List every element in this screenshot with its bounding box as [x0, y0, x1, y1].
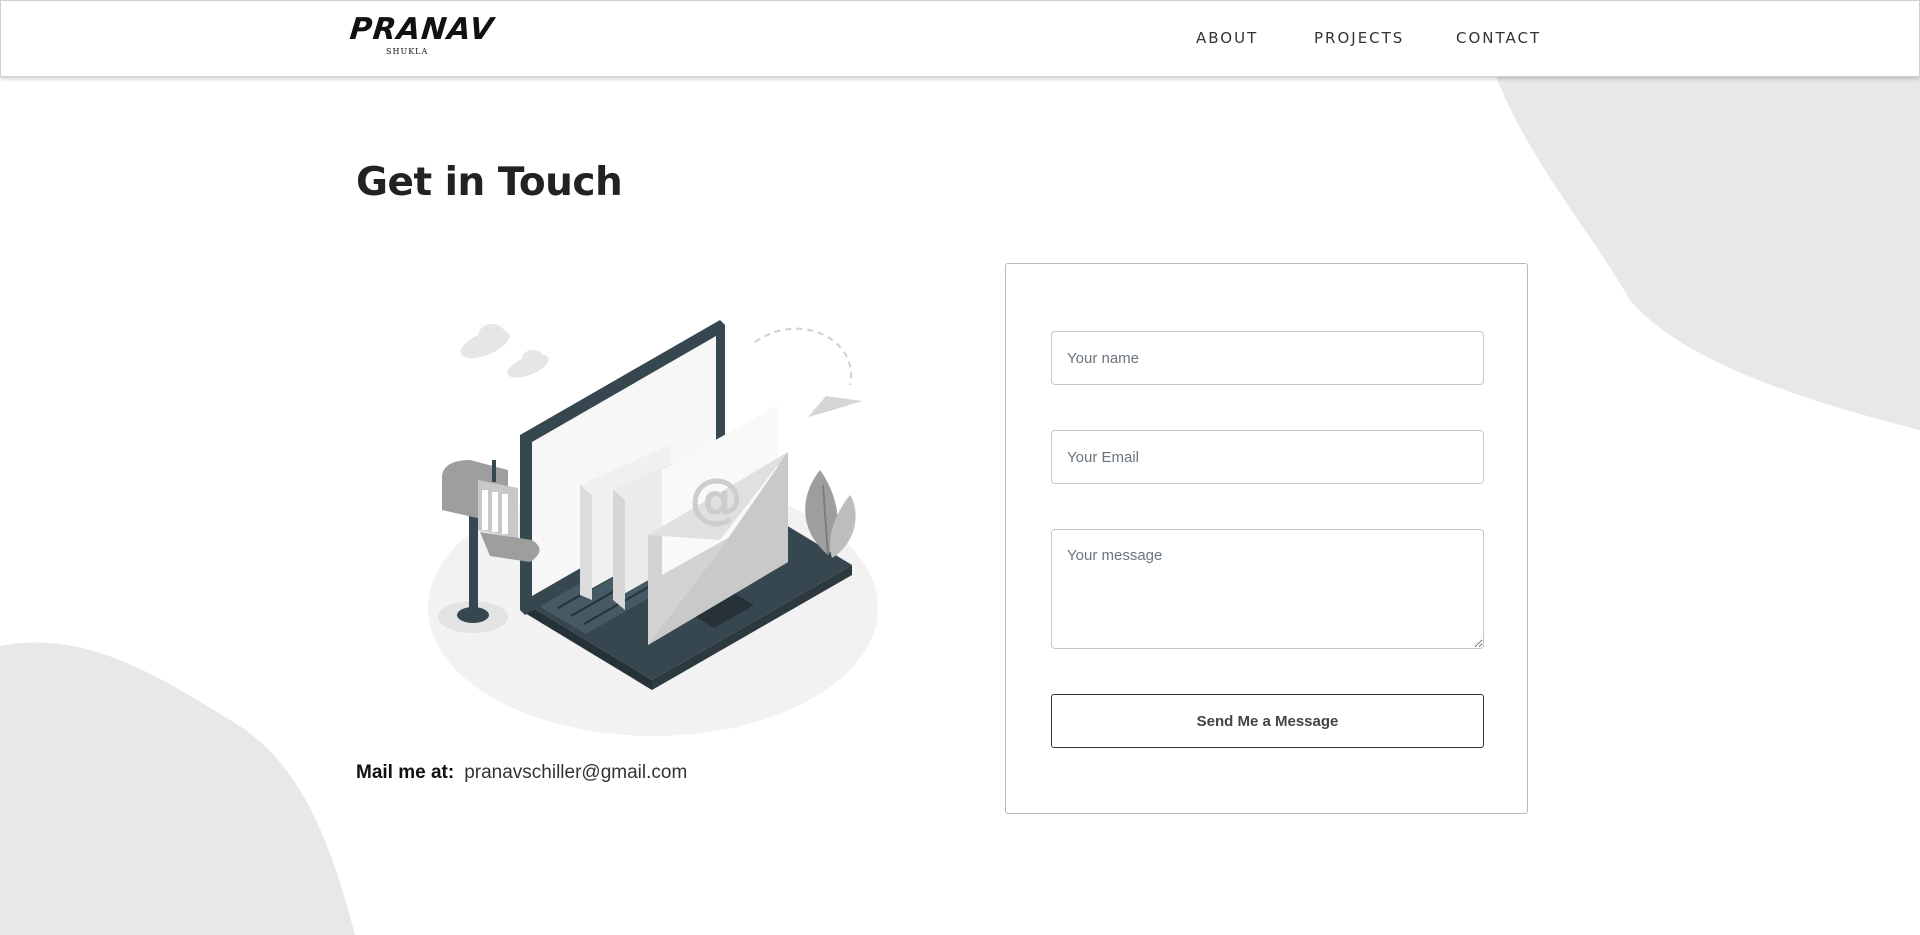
nav-link-projects[interactable]: PROJECTS — [1314, 29, 1404, 47]
contact-email-row: Mail me at: pranavschiller@gmail.com — [356, 762, 687, 784]
mail-label: Mail me at: — [356, 762, 455, 783]
email-address-link[interactable]: pranavschiller@gmail.com — [464, 762, 687, 783]
background-blob-top-right — [1490, 60, 1920, 430]
message-textarea[interactable] — [1051, 529, 1484, 649]
email-laptop-illustration: @ — [428, 320, 878, 736]
send-message-button[interactable]: Send Me a Message — [1051, 694, 1484, 748]
logo-sub-text: SHUKLA — [386, 47, 429, 56]
logo-main-text: PRANAV — [348, 12, 496, 47]
at-sign-icon: @ — [689, 467, 743, 530]
navbar: PRANAV SHUKLA ABOUT PROJECTS CONTACT — [0, 0, 1920, 77]
name-input[interactable] — [1051, 331, 1484, 385]
nav-link-contact[interactable]: CONTACT — [1456, 29, 1541, 47]
page-title: Get in Touch — [356, 160, 623, 205]
cloud-icon — [460, 324, 549, 378]
email-input[interactable] — [1051, 430, 1484, 484]
site-logo[interactable]: PRANAV SHUKLA — [348, 12, 495, 59]
paper-plane-icon — [808, 396, 862, 417]
nav-link-about[interactable]: ABOUT — [1196, 29, 1258, 47]
contact-page: PRANAV SHUKLA ABOUT PROJECTS CONTACT Get… — [0, 0, 1920, 935]
background-blob-bottom-left — [0, 642, 355, 935]
contact-form: Send Me a Message — [1005, 263, 1528, 814]
